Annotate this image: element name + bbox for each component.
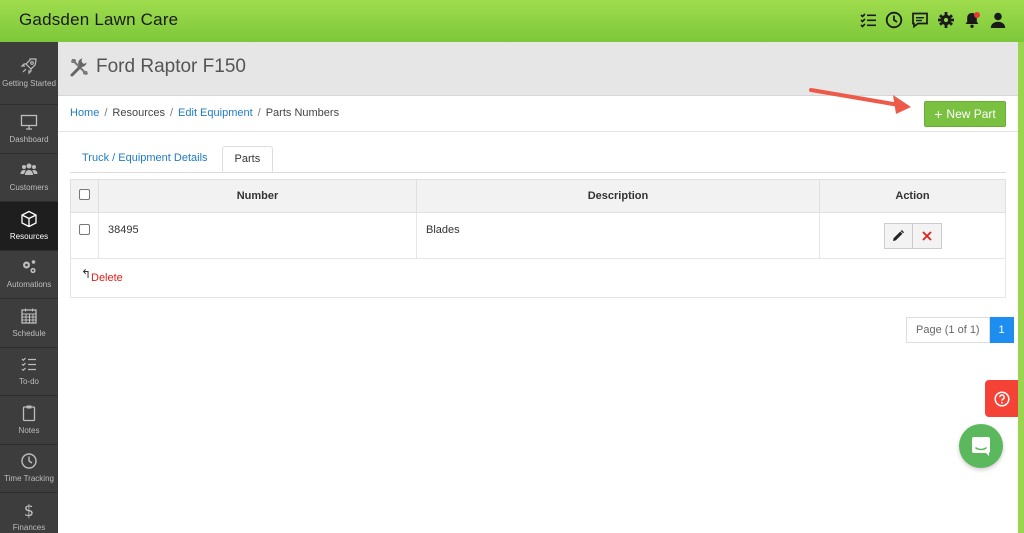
breadcrumb-home[interactable]: Home [70, 107, 99, 119]
tab-bar: Truck / Equipment Details Parts [70, 146, 274, 172]
breadcrumb-separator: / [104, 107, 108, 119]
row-select-cell [70, 212, 99, 259]
cell-description: Blades [416, 212, 820, 259]
user-icon[interactable] [988, 10, 1008, 30]
clock-icon [21, 453, 37, 469]
sidebar: Getting Started Dashboard Customers Reso… [0, 42, 58, 533]
sidebar-item-label: To-do [18, 377, 39, 387]
new-part-button[interactable]: + New Part [924, 101, 1006, 127]
edit-button[interactable] [883, 223, 913, 249]
breadcrumb-separator: / [257, 107, 261, 119]
header-number[interactable]: Number [98, 179, 417, 213]
cell-number: 38495 [98, 212, 417, 259]
select-all-cell [70, 179, 99, 213]
notification-dot [974, 12, 980, 18]
close-icon [921, 231, 932, 241]
breadcrumb-current: Parts Numbers [265, 107, 340, 119]
breadcrumb-resources: Resources [112, 107, 165, 119]
clipboard-icon [22, 405, 36, 421]
sidebar-item-label: Notes [18, 425, 40, 435]
page-info: Page (1 of 1) [906, 317, 990, 343]
tab-truck-equipment-details[interactable]: Truck / Equipment Details [70, 146, 220, 172]
parts-table: Number Description Action 38495 Blades [70, 179, 1006, 259]
sidebar-item-label: Resources [9, 231, 49, 241]
clock-icon[interactable] [884, 10, 904, 30]
bell-icon[interactable] [962, 10, 982, 30]
bulk-actions-row: ↰ Delete [70, 258, 1006, 298]
chat-launcher-button[interactable] [959, 424, 1003, 468]
sidebar-item-time-tracking[interactable]: Time Tracking [0, 445, 58, 493]
gear-icon[interactable] [936, 10, 956, 30]
table-row: 38495 Blades [70, 212, 1006, 259]
tab-parts[interactable]: Parts [221, 146, 274, 172]
sidebar-item-notes[interactable]: Notes [0, 396, 58, 445]
pagination: Page (1 of 1) 1 [906, 317, 1014, 343]
app-title: Gadsden Lawn Care [19, 10, 179, 29]
scrollbar[interactable] [1018, 42, 1024, 533]
gears-icon [23, 260, 36, 274]
table-header-row: Number Description Action [70, 179, 1006, 213]
pencil-icon [893, 230, 904, 241]
sidebar-item-todo[interactable]: To-do [0, 348, 58, 396]
breadcrumb-separator: / [169, 107, 174, 119]
monitor-icon [20, 114, 38, 130]
sidebar-item-label: Getting Started [2, 79, 56, 88]
breadcrumb-edit-equipment[interactable]: Edit Equipment [178, 107, 253, 119]
cell-actions [819, 212, 1006, 259]
rocket-icon [20, 58, 37, 75]
plus-icon: + [934, 106, 943, 122]
arrow-annotation [809, 88, 911, 114]
header-description[interactable]: Description [416, 179, 820, 213]
sidebar-item-dashboard[interactable]: Dashboard [0, 105, 58, 154]
sidebar-item-label: Automations [6, 280, 52, 290]
users-icon [20, 163, 38, 176]
sidebar-item-customers[interactable]: Customers [0, 154, 58, 202]
sidebar-item-label: Time Tracking [4, 474, 54, 484]
tab-divider [70, 172, 1006, 173]
main-content: Truck / Equipment Details Parts Number D… [58, 132, 1018, 533]
chat-bubble-icon [972, 437, 990, 456]
row-actions [883, 223, 942, 249]
sidebar-item-finances[interactable]: $ Finances [0, 493, 58, 533]
new-part-label: New Part [946, 107, 996, 121]
calendar-icon [21, 308, 37, 324]
bulk-delete-link[interactable]: Delete [91, 272, 123, 284]
sidebar-item-label: Schedule [12, 328, 46, 338]
sidebar-item-resources[interactable]: Resources [0, 202, 58, 251]
chat-icon[interactable] [910, 10, 930, 30]
sidebar-item-getting-started[interactable]: Getting Started [0, 42, 58, 105]
turn-up-arrow-icon: ↰ [81, 267, 92, 281]
page-title: Ford Raptor F150 [96, 56, 246, 77]
row-checkbox[interactable] [79, 224, 90, 235]
sidebar-item-schedule[interactable]: Schedule [0, 299, 58, 348]
top-icons [858, 10, 1008, 30]
dollar-icon: $ [24, 501, 34, 519]
breadcrumb: Home / Resources / Edit Equipment / Part… [70, 107, 339, 119]
sidebar-item-label: Finances [12, 522, 46, 532]
question-icon [993, 390, 1010, 407]
delete-button[interactable] [912, 223, 942, 249]
sidebar-item-label: Dashboard [9, 134, 49, 144]
checklist-icon [21, 357, 36, 372]
sidebar-item-label: Customers [9, 183, 49, 193]
page-button-1[interactable]: 1 [989, 317, 1014, 343]
box-icon [21, 210, 37, 227]
checklist-icon[interactable] [858, 10, 878, 30]
help-button[interactable] [985, 380, 1018, 417]
tools-icon [70, 58, 88, 77]
header-action: Action [819, 179, 1006, 213]
svg-text:$: $ [24, 501, 34, 519]
select-all-checkbox[interactable] [79, 189, 90, 200]
top-bar: Gadsden Lawn Care [0, 0, 1024, 42]
sidebar-item-automations[interactable]: Automations [0, 251, 58, 299]
